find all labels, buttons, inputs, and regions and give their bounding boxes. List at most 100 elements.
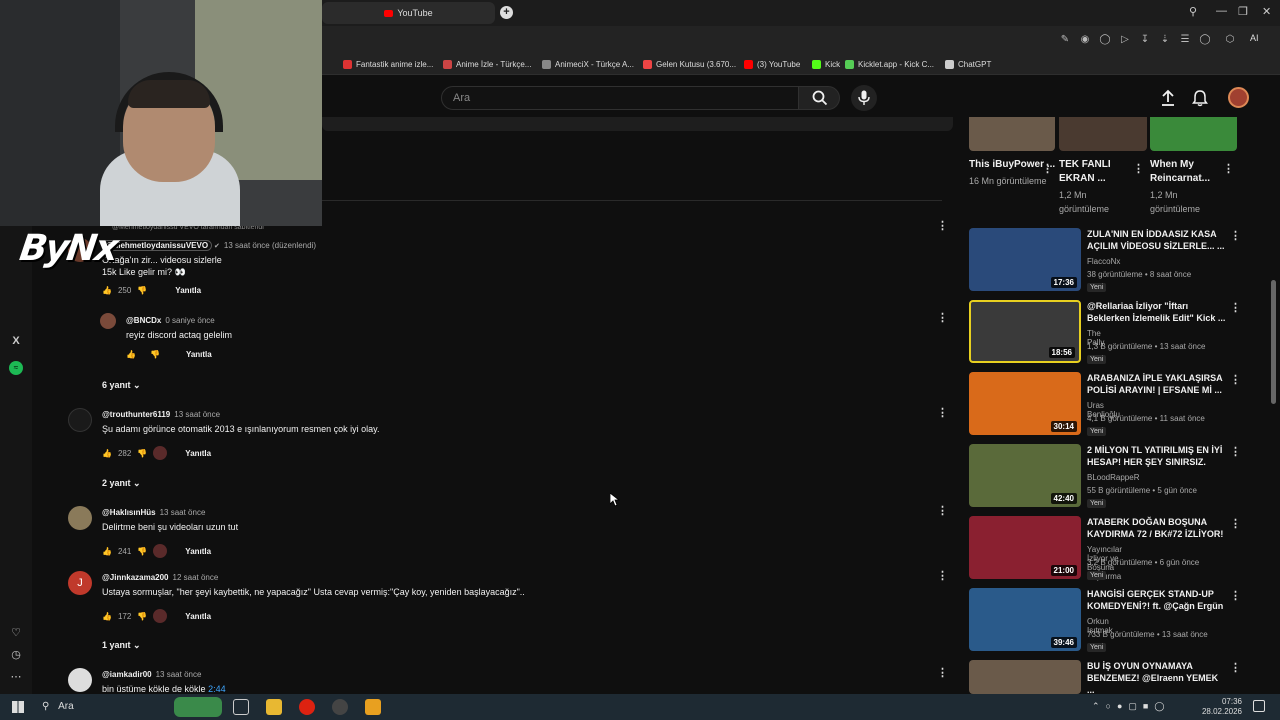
search-tabs-icon[interactable]: ⚲ [1189,5,1197,18]
like-icon[interactable]: 👍 [126,350,136,359]
comment-avatar[interactable] [68,668,92,692]
clock-icon[interactable]: ◷ [9,648,23,662]
search-button[interactable] [798,86,840,110]
video-channel[interactable]: BLoodRappeR [1087,473,1139,482]
like-icon[interactable]: 👍 [102,286,112,295]
short-menu-icon[interactable]: ⋮ [1042,163,1053,175]
notification-center-icon[interactable] [1253,700,1265,712]
edit-icon[interactable]: ✎ [1059,34,1071,46]
notifications-icon[interactable] [1191,89,1209,107]
replies-toggle[interactable]: 6 yanıt ⌄ [102,380,141,391]
comment-author[interactable]: @MehmetloydanissuVEVO [102,240,213,251]
video-title[interactable]: @Rellariaa İzliyor "İftarı Beklerken İzl… [1087,300,1227,324]
bookmark-item[interactable]: Fantastik anime izle... [343,60,433,69]
dislike-icon[interactable]: 👎 [137,547,147,556]
windows-start-icon[interactable] [12,701,24,713]
bookmark-item[interactable]: AnimeciX - Türkçe A... [542,60,634,69]
upload-icon[interactable] [1159,89,1177,107]
comment-menu-icon[interactable]: ⋮ [937,570,948,582]
comment-menu-icon[interactable]: ⋮ [937,220,948,232]
comment-avatar[interactable] [68,408,92,432]
shield-icon[interactable]: ◯ [1099,34,1111,46]
bookmark-item[interactable]: Kicklet.app - Kick C... [845,60,934,69]
video-menu-icon[interactable]: ⋮ [1230,662,1241,674]
video-title[interactable]: ATABERK DOĞAN BOŞUNA KAYDIRMA 72 / BK#72… [1087,516,1227,540]
restore-icon[interactable]: ❐ [1238,5,1248,18]
video-title[interactable]: 2 MİLYON TL YATIRILMIŞ EN İYİ HESAP! HER… [1087,444,1227,468]
bookmark-item[interactable]: Kick [812,60,840,69]
video-title[interactable]: BU İŞ OYUN OYNAMAYA BENZEMEZ! @Elraenn Y… [1087,660,1227,696]
reply-button[interactable]: Yanıtla [175,286,201,295]
task-view-icon[interactable] [233,699,249,715]
comment-avatar[interactable]: J [68,571,92,595]
reply-button[interactable]: Yanıtla [186,350,212,359]
dislike-icon[interactable]: 👎 [137,449,147,458]
replies-toggle[interactable]: 1 yanıt ⌄ [102,640,141,651]
minimize-icon[interactable]: — [1216,5,1227,17]
download-icon[interactable]: ↧ [1139,34,1151,46]
short-item[interactable]: When My Reincarnat... 1,2 Mn görüntüleme [1150,158,1220,216]
video-menu-icon[interactable]: ⋮ [1230,374,1241,386]
dislike-icon[interactable]: 👎 [137,286,147,295]
comment-menu-icon[interactable]: ⋮ [937,407,948,419]
menu-icon[interactable]: ☰ [1179,34,1191,46]
video-menu-icon[interactable]: ⋮ [1230,230,1241,242]
bookmark-item[interactable]: Gelen Kutusu (3.670... [643,60,736,69]
obs-icon[interactable] [332,699,348,715]
tray-icons[interactable]: ⌃○●▢■◯ [1092,701,1192,713]
comment-author[interactable]: @BNCDx [126,316,161,325]
like-icon[interactable]: 👍 [102,449,112,458]
dislike-icon[interactable]: 👎 [150,350,160,359]
video-thumbnail[interactable] [969,660,1081,694]
video-title[interactable]: HANGİSİ GERÇEK STAND-UP KOMEDYENİ?! ft. … [1087,588,1227,612]
video-thumbnail[interactable]: 30:14 [969,372,1081,435]
video-channel[interactable]: FlaccoNx [1087,257,1120,266]
video-title[interactable]: ARABANIZA İPLE YAKLAŞIRSA POLİSİ ARAYIN!… [1087,372,1227,396]
bookmark-item[interactable]: (3) YouTube [744,60,800,69]
page-scrollbar[interactable] [1271,280,1276,404]
opera-icon[interactable] [299,699,315,715]
comment-menu-icon[interactable]: ⋮ [937,505,948,517]
video-menu-icon[interactable]: ⋮ [1230,518,1241,530]
comment-author[interactable]: @trouthunter6119 [102,410,170,419]
file-explorer-icon[interactable] [266,699,282,715]
short-menu-icon[interactable]: ⋮ [1223,163,1234,175]
replies-toggle[interactable]: 2 yanıt ⌄ [102,478,141,489]
dislike-icon[interactable]: 👎 [137,612,147,621]
video-thumbnail[interactable]: 18:56 [969,300,1081,363]
video-thumbnail[interactable]: 21:00 [969,516,1081,579]
reply-button[interactable]: Yanıtla [185,547,211,556]
download-arrow-icon[interactable]: ⇣ [1159,34,1171,46]
bookmark-item[interactable]: ChatGPT [945,60,991,69]
avatar[interactable] [1228,87,1249,108]
comment-avatar[interactable] [68,506,92,530]
bookmark-item[interactable]: Anime İzle - Türkçe... [443,60,531,69]
heart-icon[interactable]: ♡ [9,626,23,640]
like-icon[interactable]: 👍 [102,612,112,621]
comment-menu-icon[interactable]: ⋮ [937,667,948,679]
comment-author[interactable]: @HaklısınHüs [102,508,156,517]
timestamp-link[interactable]: 2:44 [208,684,226,694]
video-menu-icon[interactable]: ⋮ [1230,446,1241,458]
app-icon[interactable] [365,699,381,715]
tab-youtube[interactable]: YouTube [322,2,495,24]
camera-icon[interactable]: ◉ [1079,34,1091,46]
extension-icon[interactable]: ⬡ [1224,34,1236,46]
video-thumbnail[interactable]: 39:46 [969,588,1081,651]
reply-button[interactable]: Yanıtla [185,449,211,458]
video-thumbnail[interactable]: 42:40 [969,444,1081,507]
account-icon[interactable]: ◯ [1199,34,1211,46]
video-menu-icon[interactable]: ⋮ [1230,302,1241,314]
video-thumbnail[interactable]: 17:36 [969,228,1081,291]
like-icon[interactable]: 👍 [102,547,112,556]
shorts-thumb[interactable] [1059,117,1147,151]
x-twitter-icon[interactable]: X [9,334,23,348]
play-icon[interactable]: ▷ [1119,34,1131,46]
comment-menu-icon[interactable]: ⋮ [937,312,948,324]
comment-author[interactable]: @iamkadir00 [102,670,152,679]
shorts-thumb[interactable] [1150,117,1237,151]
ai-button[interactable]: AI [1250,33,1259,43]
new-tab-button[interactable]: + [500,6,513,19]
video-title[interactable]: ZULA'NIN EN İDDAASIZ KASA AÇILIM VİDEOSU… [1087,228,1227,252]
reply-avatar[interactable] [100,313,116,329]
